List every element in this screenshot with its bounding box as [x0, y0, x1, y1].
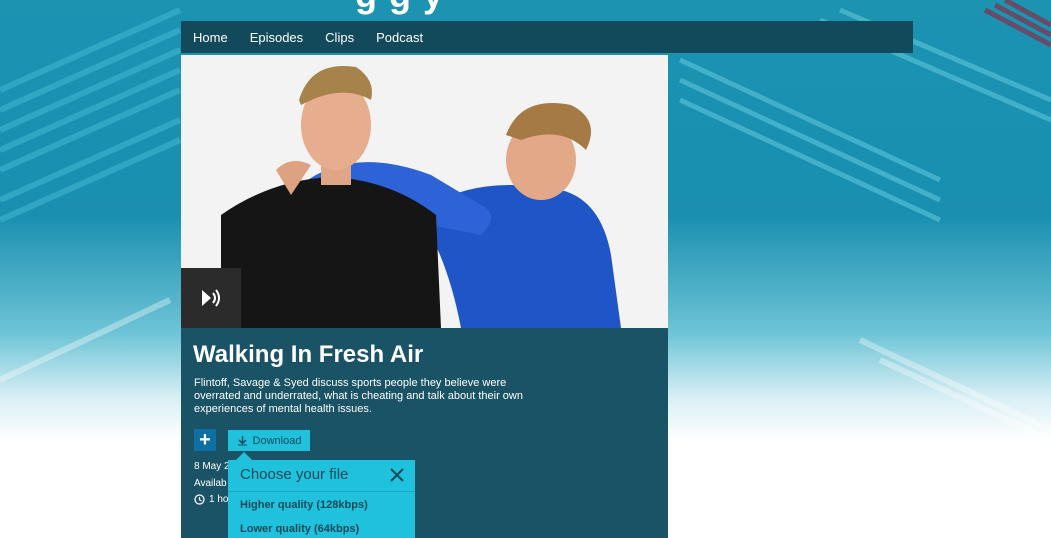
episode-duration: 1 ho — [194, 494, 228, 505]
episode-date: 8 May 2 — [194, 461, 230, 472]
nav-clips[interactable]: Clips — [325, 30, 354, 45]
file-chooser-popup: Choose your file Higher quality (128kbps… — [228, 460, 415, 538]
close-icon — [390, 468, 404, 482]
brand-title: g g y — [355, 0, 444, 16]
clock-icon — [194, 494, 205, 505]
episode-image — [181, 55, 668, 328]
file-chooser-heading: Choose your file — [240, 466, 349, 483]
download-label: Download — [252, 434, 302, 447]
hosts-photo — [181, 55, 668, 328]
download-arrow-icon — [237, 436, 247, 446]
close-button[interactable] — [386, 464, 408, 486]
nav-home[interactable]: Home — [193, 30, 228, 45]
download-button[interactable]: Download — [228, 430, 310, 451]
plus-icon: + — [199, 428, 211, 451]
nav-episodes[interactable]: Episodes — [250, 30, 303, 45]
audio-badge — [181, 268, 241, 328]
duration-text: 1 ho — [209, 494, 229, 505]
main-nav: Home Episodes Clips Podcast — [181, 21, 913, 53]
popup-caret — [236, 452, 252, 460]
audio-play-icon — [202, 289, 220, 307]
option-higher-quality[interactable]: Higher quality (128kbps) — [240, 499, 368, 511]
episode-availability: Availab — [194, 478, 227, 489]
nav-podcast[interactable]: Podcast — [376, 30, 423, 45]
add-button[interactable]: + — [194, 429, 216, 451]
episode-description: Flintoff, Savage & Syed discuss sports p… — [194, 377, 523, 415]
episode-title: Walking In Fresh Air — [193, 341, 424, 368]
popup-divider — [228, 491, 415, 492]
option-lower-quality[interactable]: Lower quality (64kbps) — [240, 523, 359, 535]
